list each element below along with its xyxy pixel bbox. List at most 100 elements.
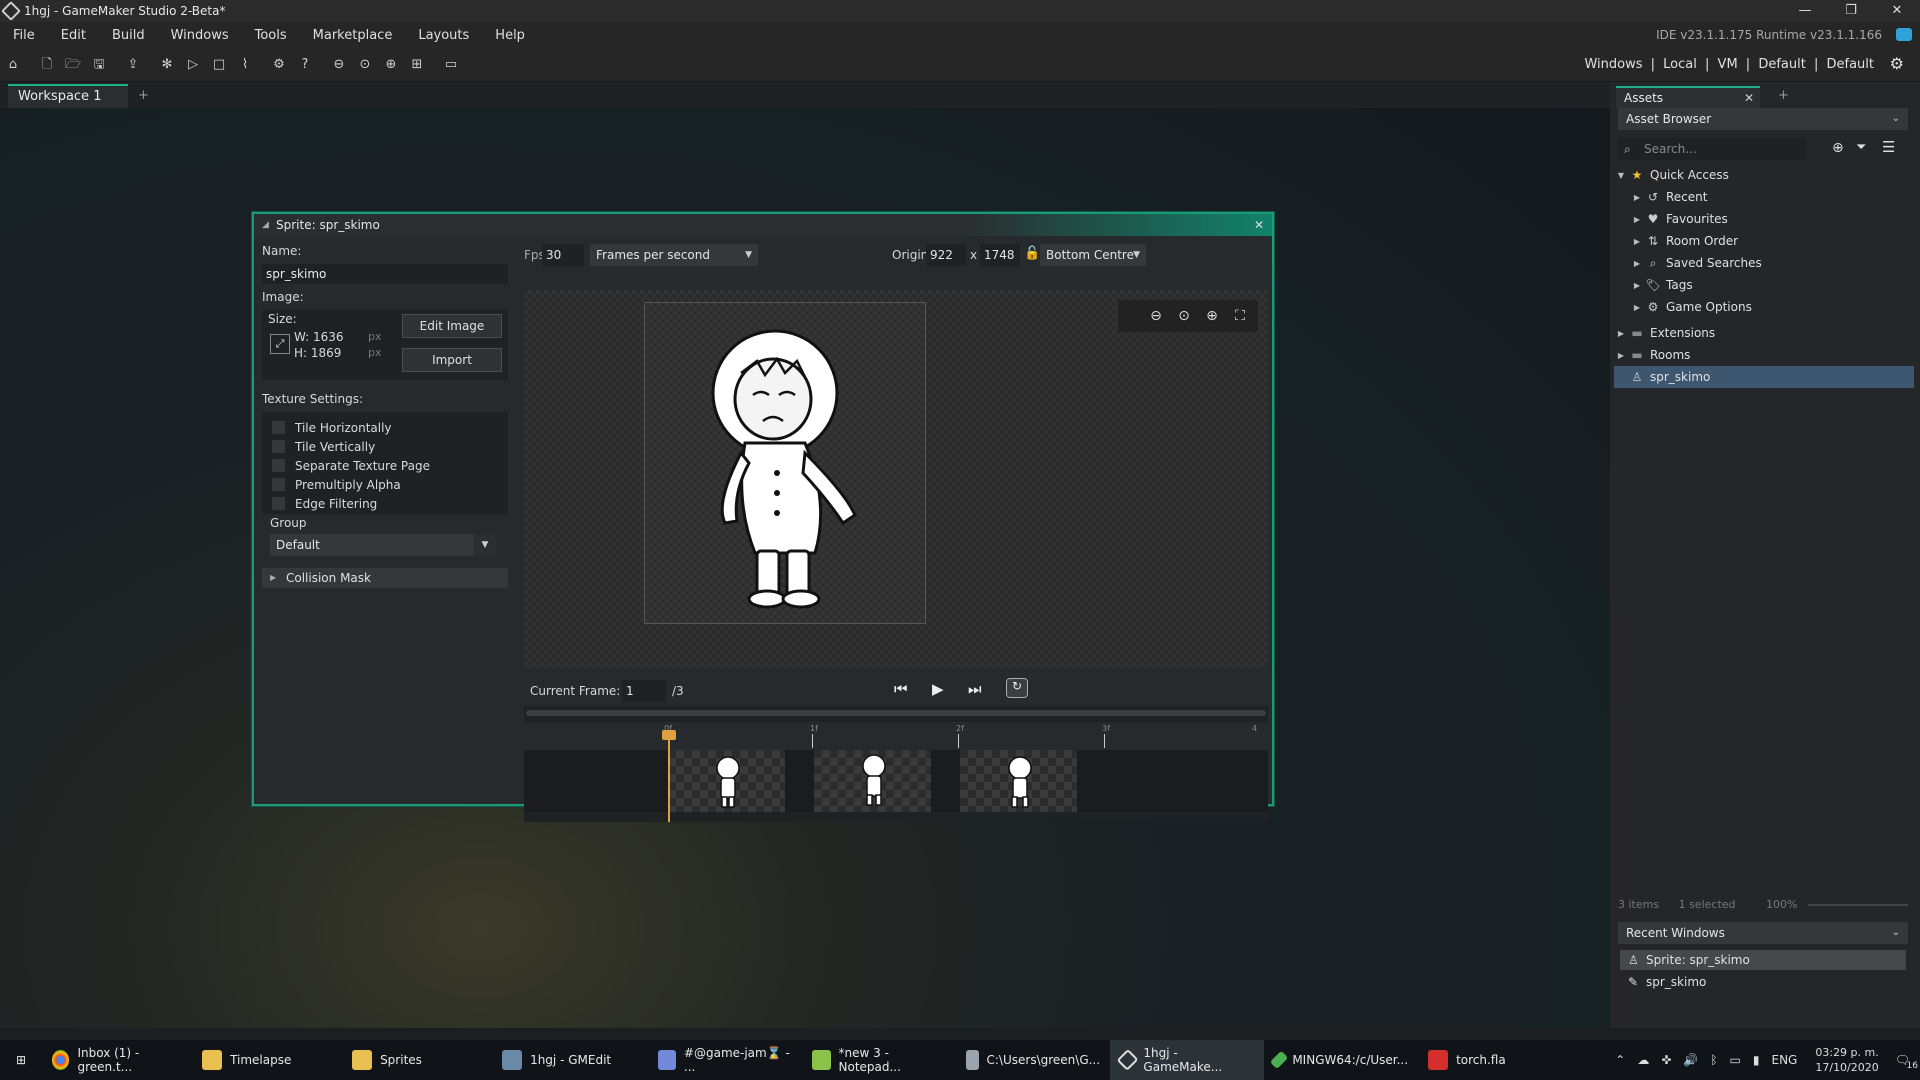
taskbar-item[interactable]: #@game-jam⌛ - ... [648, 1040, 802, 1080]
tree-item-quick-access[interactable]: ▼ ★ Quick Access [1614, 164, 1914, 186]
first-frame-icon[interactable]: ⏮ [894, 680, 908, 698]
home-icon[interactable]: ⌂ [2, 54, 24, 76]
chevron-up-icon[interactable]: ⌃ [1615, 1053, 1625, 1067]
tree-item-room-order[interactable]: ▶ ⇅ Room Order [1614, 230, 1914, 252]
origin-x-input[interactable]: 922 [926, 244, 966, 266]
tree-item-spr-skimo[interactable]: ♙ spr_skimo [1614, 366, 1914, 388]
fps-mode-select[interactable]: Frames per second ▼ [590, 244, 758, 266]
asset-browser-select[interactable]: Asset Browser ⌄ [1618, 108, 1908, 130]
checkbox-icon[interactable] [272, 478, 285, 491]
menu-icon[interactable]: ☰ [1882, 138, 1895, 156]
last-frame-icon[interactable]: ⏭ [968, 680, 982, 698]
network-icon[interactable]: ▭ [1730, 1053, 1741, 1067]
target-build[interactable]: Default [1827, 57, 1875, 72]
import-button[interactable]: Import [402, 348, 502, 372]
taskbar-item[interactable]: C:\Users\green\G... [956, 1040, 1110, 1080]
minimize-button[interactable]: — [1782, 0, 1828, 22]
notification-icon[interactable]: 🗨 16 [1895, 1053, 1918, 1071]
collapsed-icon[interactable]: ▶ [1614, 329, 1628, 338]
collapse-icon[interactable]: ◢ [262, 214, 269, 236]
zoom-out-icon[interactable]: ⊖ [328, 54, 350, 76]
tree-item-tags[interactable]: ▶ 🏷 Tags [1614, 274, 1914, 296]
menu-marketplace[interactable]: Marketplace [300, 28, 406, 43]
tile-horizontally-checkbox[interactable]: Tile Horizontally [272, 418, 498, 437]
playhead-handle[interactable] [662, 730, 676, 740]
volume-icon[interactable]: 🔊 [1683, 1053, 1698, 1067]
menu-edit[interactable]: Edit [48, 28, 99, 43]
checkbox-icon[interactable] [272, 497, 285, 510]
fit-icon[interactable]: ⊞ [406, 54, 428, 76]
close-button[interactable]: ✕ [1874, 0, 1920, 22]
windows-start-icon[interactable]: ⊞ [0, 1040, 42, 1080]
edge-filtering-checkbox[interactable]: Edge Filtering [272, 494, 498, 513]
battery-icon[interactable]: ▮ [1753, 1053, 1760, 1067]
chat-icon[interactable] [1896, 28, 1912, 41]
taskbar-item[interactable]: *new 3 - Notepad... [802, 1040, 956, 1080]
tree-item-saved-searches[interactable]: ▶ ⌕ Saved Searches [1614, 252, 1914, 274]
asset-search-input[interactable]: ⌕ Search... [1618, 138, 1806, 160]
target-selector[interactable]: Windows | Local | VM | Default | Default [1582, 57, 1876, 72]
collapsed-icon[interactable]: ▶ [1630, 215, 1644, 224]
tree-item-recent[interactable]: ▶ ↺ Recent [1614, 186, 1914, 208]
zoom-out-icon[interactable]: ⊖ [1142, 308, 1170, 324]
edit-image-button[interactable]: Edit Image [402, 314, 502, 338]
playhead[interactable] [668, 734, 670, 822]
taskbar-item-active[interactable]: 1hgj - GameMake... [1110, 1040, 1265, 1080]
save-icon[interactable]: 🖫 [88, 54, 110, 76]
tab-assets[interactable]: Assets ✕ [1616, 86, 1760, 108]
zoom-slider[interactable] [1808, 904, 1908, 906]
frame-timeline[interactable]: 0f 1f 2f 3f 4 [524, 706, 1268, 822]
resize-icon[interactable]: ⤢ [270, 334, 290, 354]
collision-mask-section[interactable]: ▶ Collision Mask [262, 568, 508, 588]
tree-item-rooms[interactable]: ▶ ▬ Rooms [1614, 344, 1914, 366]
zoom-reset-icon[interactable]: ⊙ [1170, 308, 1198, 324]
add-asset-icon[interactable]: ⊕ [1832, 140, 1844, 156]
expand-icon[interactable]: ▶ [270, 568, 276, 588]
target-config[interactable]: Default [1758, 57, 1806, 72]
add-workspace-button[interactable]: + [138, 84, 149, 108]
recent-window-item[interactable]: ✎ spr_skimo [1620, 972, 1906, 992]
origin-preset-select[interactable]: Bottom Centre ▼ [1040, 244, 1146, 266]
recent-window-item[interactable]: ♙ Sprite: spr_skimo [1620, 950, 1906, 970]
premultiply-alpha-checkbox[interactable]: Premultiply Alpha [272, 475, 498, 494]
zoom-in-icon[interactable]: ⊕ [1198, 308, 1226, 324]
tree-item-favourites[interactable]: ▶ ♥ Favourites [1614, 208, 1914, 230]
checkbox-icon[interactable] [272, 459, 285, 472]
menu-tools[interactable]: Tools [242, 28, 300, 43]
target-device[interactable]: Local [1663, 57, 1697, 72]
close-editor-icon[interactable]: ✕ [1254, 214, 1264, 236]
taskbar-item[interactable]: MINGW64:/c/User... [1264, 1040, 1418, 1080]
collapsed-icon[interactable]: ▶ [1630, 303, 1644, 312]
fullscreen-icon[interactable]: ⛶ [1226, 308, 1254, 324]
open-project-icon[interactable]: 🗁 [62, 54, 84, 76]
expanded-icon[interactable]: ▼ [1614, 171, 1628, 180]
lock-icon[interactable]: 🔓 [1024, 246, 1040, 261]
chevron-down-icon[interactable]: ▼ [474, 534, 496, 556]
tab-workspace-1[interactable]: Workspace 1 [8, 84, 128, 108]
target-platform[interactable]: Windows [1584, 57, 1642, 72]
target-settings-icon[interactable]: ⚙ [1890, 54, 1904, 73]
menu-layouts[interactable]: Layouts [405, 28, 482, 43]
zoom-in-icon[interactable]: ⊕ [380, 54, 402, 76]
restore-button[interactable]: ❐ [1828, 0, 1874, 22]
language-indicator[interactable]: ENG [1772, 1053, 1798, 1067]
taskbar-item[interactable]: 1hgj - GMEdit [492, 1040, 648, 1080]
frame-thumbnail-3[interactable] [960, 750, 1078, 812]
clean-icon[interactable]: ⌇ [234, 54, 256, 76]
chevron-down-icon[interactable]: ▼ [1133, 244, 1140, 266]
taskbar-item[interactable]: Inbox (1) - green.t... [42, 1040, 192, 1080]
sprite-canvas[interactable]: ⊖ ⊙ ⊕ ⛶ [524, 290, 1268, 668]
fps-input[interactable]: 30 [542, 244, 584, 266]
tree-item-game-options[interactable]: ▶ ⚙ Game Options [1614, 296, 1914, 318]
frame-thumbnail-1[interactable] [668, 750, 786, 812]
clock[interactable]: 03:29 p. m. 17/10/2020 [1815, 1045, 1878, 1075]
new-project-icon[interactable]: 🗋 [36, 54, 58, 76]
taskbar-item[interactable]: Sprites [342, 1040, 492, 1080]
timeline-scrollbar[interactable] [526, 710, 1266, 716]
sprite-name-input[interactable]: spr_skimo [262, 264, 508, 284]
monitor-icon[interactable]: ▭ [440, 54, 462, 76]
target-output[interactable]: VM [1718, 57, 1738, 72]
menu-help[interactable]: Help [482, 28, 538, 43]
collapsed-icon[interactable]: ▶ [1630, 193, 1644, 202]
chevron-down-icon[interactable]: ▼ [745, 244, 752, 266]
